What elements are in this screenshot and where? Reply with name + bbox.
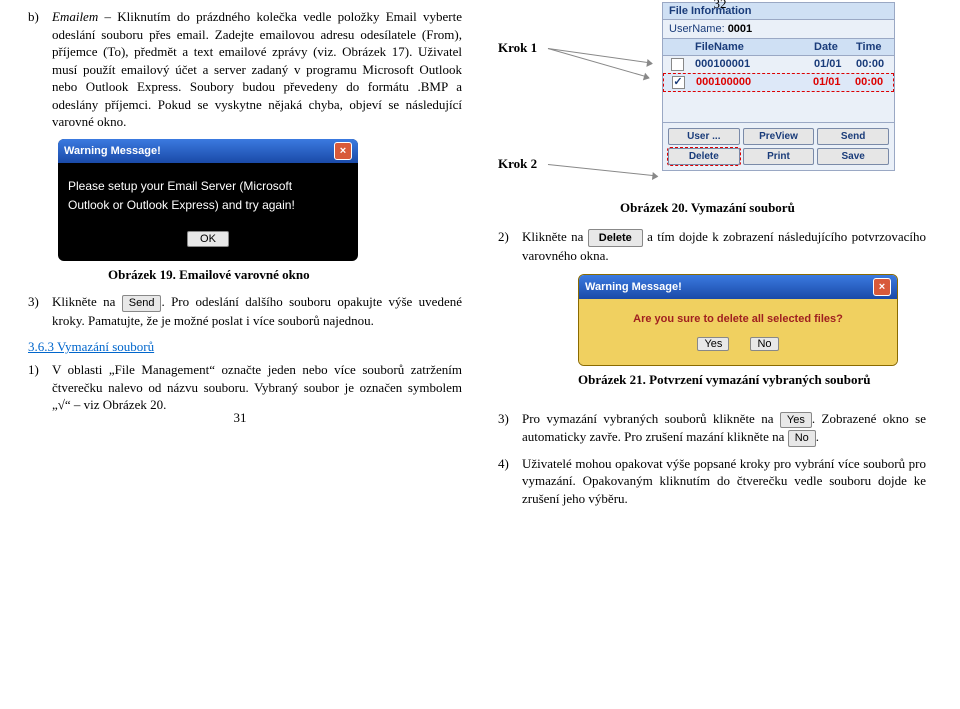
row1-time: 00:00	[852, 56, 894, 73]
figure-21-caption: Obrázek 21. Potvrzení vymazání vybraných…	[578, 372, 926, 388]
send-button[interactable]: Send	[122, 295, 162, 312]
col-filename: FileName	[691, 39, 810, 55]
delete-step-2: 2) Klikněte na Delete a tím dojde k zobr…	[498, 228, 926, 265]
row2-time: 00:00	[851, 74, 893, 91]
figure-19-caption: Obrázek 19. Emailové varovné okno	[108, 267, 462, 283]
username-value: 0001	[728, 23, 752, 35]
no-button[interactable]: No	[750, 337, 778, 351]
row2-date: 01/01	[809, 74, 851, 91]
delete-step-3: 3) Pro vymazání vybraných souborů klikně…	[498, 410, 926, 516]
file-table-header: FileName Date Time	[663, 38, 894, 56]
dialog-line1: Please setup your Email Server (Microsof…	[68, 177, 348, 196]
dialog21-title: Warning Message!	[585, 281, 682, 293]
fig20-cap-wrap: Obrázek 20. Vymazání souborů	[620, 200, 795, 216]
file-info-panel-wrap: File Information UserName: 0001 FileName…	[658, 2, 895, 171]
step-3-num: 3)	[28, 293, 46, 329]
krok-1-arrow	[548, 48, 652, 64]
row1-name: 000100001	[691, 56, 810, 73]
row2-name: 000100000	[692, 74, 809, 91]
delete-button-inline[interactable]: Delete	[588, 229, 643, 248]
delete-step1-num: 1)	[28, 361, 46, 414]
page-number-left: 31	[234, 410, 247, 426]
delete-step4-text: Uživatelé mohou opakovat výše popsané kr…	[522, 455, 926, 508]
row1-date: 01/01	[810, 56, 852, 73]
delete-step2-pre: Klikněte na	[522, 229, 588, 244]
page-number-right: 32	[714, 0, 727, 12]
delete-step3-pre: Pro vymazání vybraných souborů klikněte …	[522, 411, 780, 426]
dialog-body: Please setup your Email Server (Microsof…	[58, 163, 358, 227]
dialog21-message: Are you sure to delete all selected file…	[593, 313, 883, 325]
warning-dialog-21: Warning Message! × Are you sure to delet…	[578, 274, 898, 366]
save-button[interactable]: Save	[817, 148, 889, 165]
krok-2-label: Krok 2	[498, 156, 550, 172]
file-info-buttons: User ... PreView Send Delete Print Save	[663, 122, 894, 170]
item-b-em: Emailem	[52, 9, 98, 24]
file-info-username: UserName: 0001	[663, 20, 894, 38]
dialog-titlebar: Warning Message! ×	[58, 139, 358, 163]
delete-step-1: 1) V oblasti „File Management“ označte j…	[28, 361, 462, 414]
col-check	[663, 39, 691, 55]
warn21-wrap: Warning Message! × Are you sure to delet…	[498, 268, 926, 388]
print-button[interactable]: Print	[743, 148, 815, 165]
col-date: Date	[810, 39, 852, 55]
delete-step3-num: 3)	[498, 410, 516, 447]
no-button-inline[interactable]: No	[788, 430, 816, 447]
checkbox-icon[interactable]	[671, 58, 684, 71]
table-row-selected: ✓ 000100000 01/01 00:00	[663, 73, 894, 92]
step-3: 3) Klikněte na Send. Pro odeslání dalšíh…	[28, 293, 462, 329]
warning-dialog-19: Warning Message! × Please setup your Ema…	[58, 139, 358, 261]
dialog-title: Warning Message!	[64, 145, 161, 157]
step-3-text: Klikněte na Send. Pro odeslání dalšího s…	[52, 293, 462, 329]
preview-button[interactable]: PreView	[743, 128, 815, 145]
file-info-panel: File Information UserName: 0001 FileName…	[662, 2, 895, 171]
ok-button[interactable]: OK	[187, 231, 229, 247]
yes-button-inline[interactable]: Yes	[780, 412, 812, 429]
page-left: b) Emailem – Kliknutím do prázdného kole…	[0, 0, 480, 430]
list-item-b: b) Emailem – Kliknutím do prázdného kole…	[28, 8, 462, 131]
item-b-body: – Kliknutím do prázdného kolečka vedle p…	[52, 9, 462, 129]
close-icon[interactable]: ×	[334, 142, 352, 160]
delete-button-panel[interactable]: Delete	[668, 148, 740, 165]
item-b-text: Emailem – Kliknutím do prázdného kolečka…	[52, 8, 462, 131]
section-363-title: 3.6.3 Vymazání souborů	[28, 339, 462, 355]
krok-1-arrow-b	[548, 48, 649, 78]
delete-step4-num: 4)	[498, 455, 516, 508]
user-button[interactable]: User ...	[668, 128, 740, 145]
dialog21-titlebar: Warning Message! ×	[579, 275, 897, 299]
delete-step3-end: .	[816, 429, 819, 444]
delete-step2-num: 2)	[498, 228, 516, 265]
krok-1-label: Krok 1	[498, 40, 550, 56]
page-right: Krok 1 File Information UserName: 0001 F…	[480, 0, 960, 16]
krok-2-arrow	[548, 164, 658, 176]
figure-20-caption: Obrázek 20. Vymazání souborů	[620, 200, 795, 215]
dialog-line2: Outlook or Outlook Express) and try agai…	[68, 196, 348, 215]
send-button-panel[interactable]: Send	[817, 128, 889, 145]
username-label: UserName:	[669, 23, 725, 35]
delete-step1-text: V oblasti „File Management“ označte jede…	[52, 361, 462, 414]
yes-button[interactable]: Yes	[697, 337, 729, 351]
table-row: 000100001 01/01 00:00	[663, 56, 894, 73]
item-b-num: b)	[28, 8, 46, 131]
step-3-pre: Klikněte na	[52, 294, 122, 309]
dialog21-body: Are you sure to delete all selected file…	[579, 299, 897, 365]
delete-step-4: 4) Uživatelé mohou opakovat výše popsané…	[498, 455, 926, 508]
checkbox-checked-icon[interactable]: ✓	[672, 76, 685, 89]
file-info-title: File Information	[663, 3, 894, 20]
dialog-buttons: OK	[58, 227, 358, 261]
col-time: Time	[852, 39, 894, 55]
close-icon[interactable]: ×	[873, 278, 891, 296]
